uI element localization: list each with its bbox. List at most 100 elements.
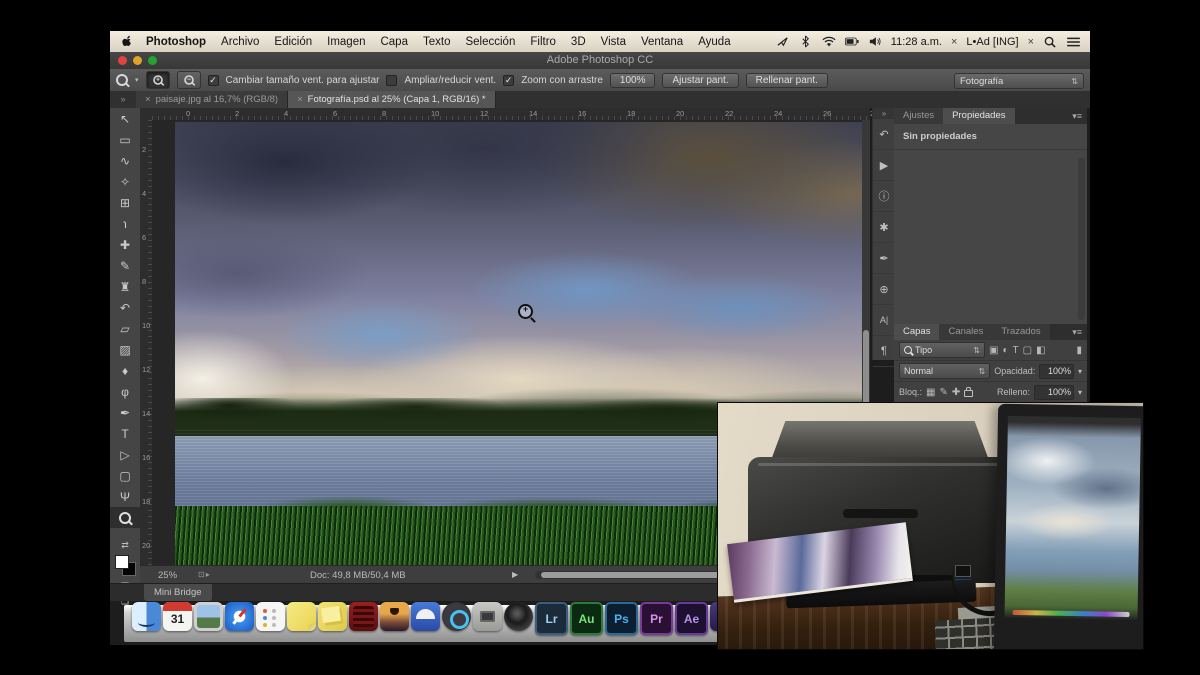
lasso-tool[interactable]: ∿: [110, 150, 140, 171]
tab-trazados[interactable]: Trazados: [992, 324, 1049, 340]
filter-pixel-layers-icon[interactable]: ▣: [989, 345, 998, 356]
tool-preset-caret-icon[interactable]: ▾: [135, 76, 139, 84]
notes-dock-icon[interactable]: [318, 602, 347, 631]
pen-tool[interactable]: ✒: [110, 402, 140, 423]
fill-value[interactable]: 100%: [1034, 385, 1074, 400]
blur-tool[interactable]: ♦: [110, 360, 140, 381]
hand-tool[interactable]: Ψ: [110, 486, 140, 507]
menu-item-seleccion[interactable]: Selección: [465, 36, 515, 48]
menu-item-edicion[interactable]: Edición: [274, 36, 312, 48]
tab-paisaje[interactable]: ×paisaje.jpg al 16,7% (RGB/8): [136, 91, 288, 108]
healing-brush-tool[interactable]: ✚: [110, 234, 140, 255]
mini-bridge-tab[interactable]: Mini Bridge: [144, 584, 212, 601]
fill-screen-button[interactable]: Rellenar pant.: [746, 73, 828, 88]
type-tool[interactable]: T: [110, 423, 140, 444]
fit-screen-button[interactable]: Ajustar pant.: [662, 73, 738, 88]
move-tool[interactable]: ↖: [110, 108, 140, 129]
wifi-icon[interactable]: [822, 35, 836, 49]
zoom-tool[interactable]: [110, 507, 140, 528]
menu-item-filtro[interactable]: Filtro: [530, 36, 556, 48]
panel-menu-icon[interactable]: ▾≡: [1072, 324, 1087, 340]
premiere-dock-icon[interactable]: Pr: [640, 602, 673, 635]
resize-window-checkbox[interactable]: ✓: [208, 75, 219, 86]
filter-shape-layers-icon[interactable]: ▢: [1023, 345, 1032, 356]
dodge-tool[interactable]: φ: [110, 381, 140, 402]
tab-ajustes[interactable]: Ajustes: [894, 108, 943, 124]
opacity-caret-icon[interactable]: ▾: [1078, 367, 1082, 376]
blend-mode-dropdown[interactable]: Normal⇅: [899, 363, 990, 379]
apple-menu-icon[interactable]: [120, 35, 134, 49]
status-menu-arrow-icon[interactable]: ▶: [512, 570, 518, 579]
marquee-tool[interactable]: ▭: [110, 129, 140, 150]
workspace-selector[interactable]: Fotografía⇅: [954, 73, 1084, 89]
menu-item-vista[interactable]: Vista: [601, 36, 626, 48]
tab-canales[interactable]: Canales: [939, 324, 992, 340]
tab-overflow-icon[interactable]: »: [110, 91, 136, 108]
zoom-level-field[interactable]: 25%: [158, 570, 177, 581]
brush-tool[interactable]: ✎: [110, 255, 140, 276]
notification-center-icon[interactable]: [1066, 35, 1080, 49]
input-source-label[interactable]: L•Ad [ING]: [966, 36, 1018, 48]
photos-dock-icon[interactable]: [380, 602, 409, 631]
expand-panels-icon[interactable]: »: [873, 108, 895, 119]
menu-item-archivo[interactable]: Archivo: [221, 36, 259, 48]
lock-all-icon[interactable]: [964, 390, 973, 397]
history-panel-button[interactable]: ↶: [873, 119, 895, 150]
properties-scrollbar[interactable]: [1078, 158, 1085, 320]
shape-tool[interactable]: ▢: [110, 465, 140, 486]
paragraph-panel-button[interactable]: ¶: [873, 336, 895, 367]
camera-app-dock-icon[interactable]: [442, 602, 471, 631]
preview-dock-icon[interactable]: [194, 602, 223, 631]
menu-item-ayuda[interactable]: Ayuda: [698, 36, 730, 48]
calendar-dock-icon[interactable]: 31: [163, 602, 192, 631]
zoom-100-button[interactable]: 100%: [610, 73, 656, 88]
audition-dock-icon[interactable]: Au: [570, 602, 603, 635]
reminders-dock-icon[interactable]: [256, 602, 285, 631]
lock-pixels-icon[interactable]: ✎: [939, 387, 947, 398]
photoshop-dock-icon[interactable]: Ps: [605, 602, 638, 635]
filter-smart-objects-icon[interactable]: ◧: [1036, 345, 1045, 356]
opacity-value[interactable]: 100%: [1039, 364, 1074, 379]
filter-type-dropdown[interactable]: Tipo⇅: [899, 342, 985, 358]
close-tab-icon[interactable]: ×: [145, 94, 151, 105]
clone-stamp-tool[interactable]: ♜: [110, 276, 140, 297]
menu-item-ventana[interactable]: Ventana: [641, 36, 683, 48]
umbrella-app-dock-icon[interactable]: [411, 602, 440, 631]
battery-icon[interactable]: [845, 35, 859, 49]
eraser-tool[interactable]: ▱: [110, 318, 140, 339]
actions-panel-button[interactable]: ▶: [873, 150, 895, 181]
zoom-all-windows-checkbox[interactable]: [386, 75, 397, 86]
brush-presets-panel-button[interactable]: ✒: [873, 243, 895, 274]
zoom-out-mode-button[interactable]: −: [177, 71, 201, 89]
menu-item-photoshop[interactable]: Photoshop: [146, 36, 206, 48]
character-panel-button[interactable]: A|: [873, 305, 895, 336]
filter-adjustment-layers-icon[interactable]: ◐: [1002, 345, 1008, 356]
menu-item-3d[interactable]: 3D: [571, 36, 586, 48]
lightroom-dock-icon[interactable]: Lr: [535, 602, 568, 635]
imovie-dock-icon[interactable]: [349, 602, 378, 631]
tab-propiedades[interactable]: Propiedades: [943, 108, 1014, 124]
tab-fotografia[interactable]: ×Fotografía.psd al 25% (Capa 1, RGB/16) …: [288, 91, 496, 108]
clone-source-panel-button[interactable]: ⊕: [873, 274, 895, 305]
volume-icon[interactable]: [868, 35, 882, 49]
sync-menu-icon[interactable]: [776, 35, 790, 49]
filter-toggle-icon[interactable]: ▮: [1076, 345, 1082, 356]
eyedropper-tool[interactable]: ℩: [110, 213, 140, 234]
image-capture-dock-icon[interactable]: [473, 602, 502, 631]
scrubby-zoom-checkbox[interactable]: ✓: [503, 75, 514, 86]
tab-capas[interactable]: Capas: [894, 324, 939, 340]
path-selection-tool[interactable]: ▷: [110, 444, 140, 465]
lens-app-dock-icon[interactable]: [504, 602, 533, 631]
crop-tool[interactable]: ⊞: [110, 192, 140, 213]
swap-colors-icon[interactable]: ⇄: [110, 540, 140, 551]
menu-item-capa[interactable]: Capa: [380, 36, 408, 48]
foreground-color-swatch[interactable]: [115, 555, 129, 569]
aftereffects-dock-icon[interactable]: Ae: [675, 602, 708, 635]
bluetooth-icon[interactable]: [799, 35, 813, 49]
swatches-panel-button[interactable]: ✱: [873, 212, 895, 243]
gradient-tool[interactable]: ▨: [110, 339, 140, 360]
fill-caret-icon[interactable]: ▾: [1078, 388, 1082, 397]
panel-menu-icon[interactable]: ▾≡: [1072, 108, 1087, 124]
spotlight-icon[interactable]: [1043, 35, 1057, 49]
info-panel-button[interactable]: ⓘ: [873, 181, 895, 212]
